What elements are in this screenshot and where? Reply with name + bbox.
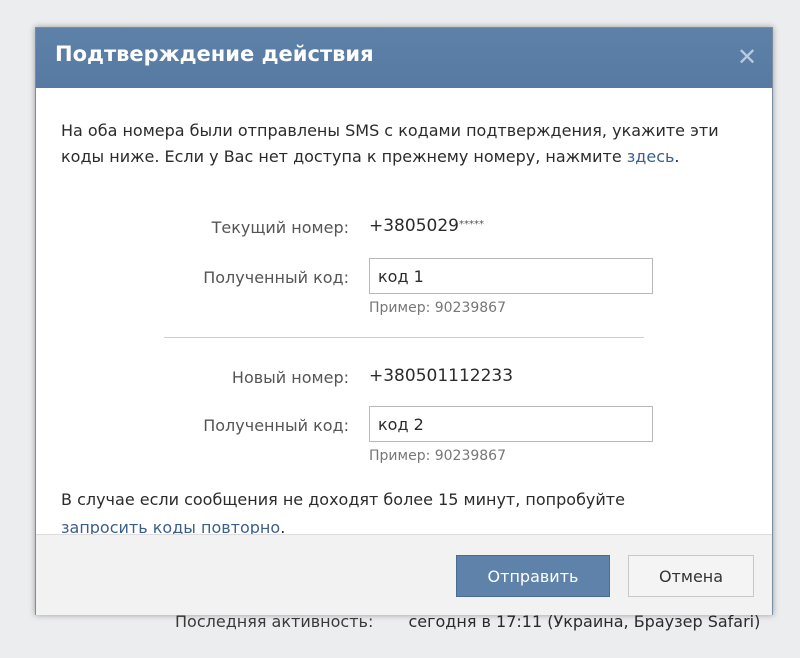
code1-input[interactable] (369, 258, 653, 294)
code2-input[interactable] (369, 406, 653, 442)
code1-label: Полученный код: (203, 268, 349, 287)
section-divider (164, 337, 644, 338)
cancel-button[interactable]: Отмена (628, 555, 754, 597)
here-link[interactable]: здесь (627, 147, 675, 166)
intro-text: На оба номера были отправлены SMS с кода… (61, 118, 761, 170)
dialog-footer: Отправить Отмена (36, 534, 772, 615)
current-number-mask: ***** (458, 219, 484, 230)
code2-hint: Пример: 90239867 (369, 448, 506, 464)
new-number-value: +380501112233 (369, 366, 514, 386)
dialog-header: Подтверждение действия ✕ (36, 28, 772, 88)
submit-button[interactable]: Отправить (456, 555, 610, 597)
intro-text-end: . (674, 147, 680, 166)
current-number-value: +3805029***** (369, 216, 484, 236)
code2-label: Полученный код: (203, 416, 349, 435)
close-icon[interactable]: ✕ (734, 44, 760, 70)
dialog-body: На оба номера были отправлены SMS с кода… (36, 88, 772, 558)
confirmation-dialog: Подтверждение действия ✕ На оба номера б… (35, 27, 773, 615)
code1-hint: Пример: 90239867 (369, 300, 506, 316)
intro-text-body: На оба номера были отправлены SMS с кода… (61, 121, 719, 166)
background-page-top (160, 0, 500, 24)
current-number-label: Текущий номер: (211, 218, 349, 237)
resend-note-text: В случае если сообщения не доходят более… (61, 490, 625, 509)
dialog-title: Подтверждение действия (55, 42, 374, 66)
current-number-digits: +3805029 (369, 216, 459, 236)
new-number-label: Новый номер: (231, 368, 349, 387)
